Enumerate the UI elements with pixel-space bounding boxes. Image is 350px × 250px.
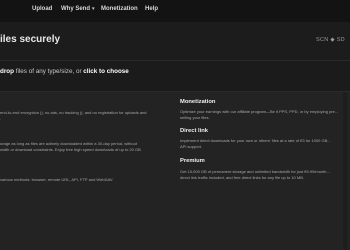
- upload-methods-text: various methods: browser, remote URL, AP…: [0, 177, 114, 182]
- storage-text-line1: orage as long as files are actively down…: [0, 141, 137, 146]
- monetization-title: Monetization: [180, 99, 216, 105]
- nav-why-send-label: Why Send: [61, 6, 91, 12]
- privacy-text-line2: .: [0, 116, 2, 121]
- nav-help-link[interactable]: Help: [145, 6, 158, 12]
- storage-text-line2: width or download constraints. Enjoy fre…: [0, 147, 141, 152]
- direct-link-text-line2: API support.: [180, 144, 203, 149]
- privacy-text-line1: end-to-end encryption (), no ads, no tra…: [0, 110, 147, 115]
- dropzone-instructions: drop files of any type/size, or click to…: [0, 68, 129, 75]
- drop-middle-text: files of any type/size, or: [14, 68, 84, 75]
- premium-title: Premium: [180, 158, 205, 164]
- direct-link-text-line1: Implement direct downloads for your own …: [180, 138, 331, 143]
- click-to-choose-link[interactable]: click to choose: [83, 68, 129, 75]
- nav-why-send-menu[interactable]: Why Send ▾: [61, 6, 95, 12]
- monetization-text-line1: Optimize your earnings with our affiliat…: [180, 109, 339, 114]
- upload-dropzone[interactable]: [0, 60, 350, 92]
- direct-link-title: Direct link: [180, 128, 209, 134]
- top-navigation-bar: Upload Why Send ▾ Monetization Help: [0, 0, 350, 22]
- premium-text-line2: direct link traffic included, and free d…: [180, 175, 304, 180]
- nav-monetization-link[interactable]: Monetization: [101, 6, 138, 12]
- monetization-text-line2: selling your files.: [180, 115, 210, 120]
- chevron-down-icon: ▾: [92, 6, 95, 12]
- page-scrollbar[interactable]: [343, 92, 347, 250]
- nav-upload-link[interactable]: Upload: [32, 6, 52, 12]
- drop-word: drop: [0, 68, 14, 75]
- brand-badge: SCN ◆ SD: [316, 37, 345, 43]
- premium-text-line1: Get 15,000 GB of permanent storage and u…: [180, 169, 330, 174]
- page-title: iles securely: [0, 34, 61, 45]
